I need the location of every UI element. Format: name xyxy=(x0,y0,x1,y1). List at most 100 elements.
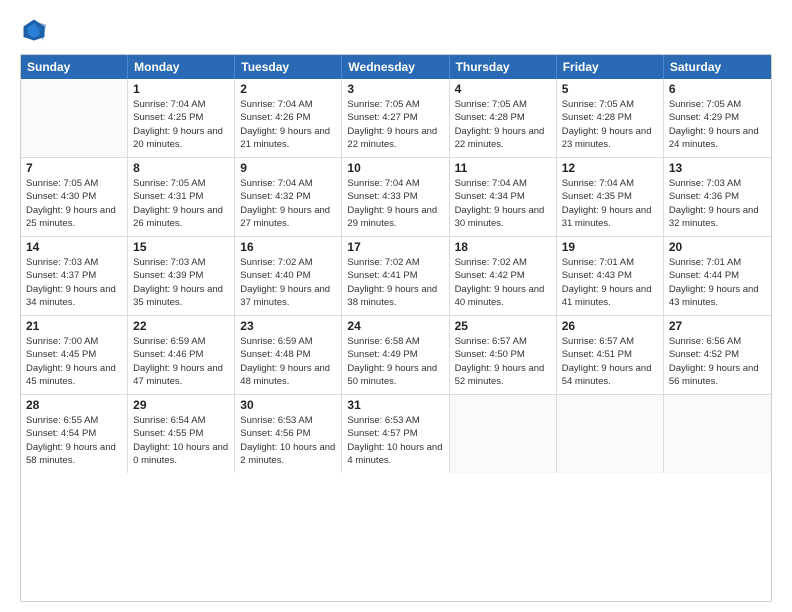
day-info: Sunrise: 7:02 AMSunset: 4:40 PMDaylight:… xyxy=(240,256,336,309)
day-header-sunday: Sunday xyxy=(21,55,128,79)
calendar-cell xyxy=(557,395,664,473)
day-info: Sunrise: 7:01 AMSunset: 4:44 PMDaylight:… xyxy=(669,256,766,309)
day-number: 9 xyxy=(240,161,336,175)
day-number: 18 xyxy=(455,240,551,254)
calendar-cell: 12 Sunrise: 7:04 AMSunset: 4:35 PMDayligh… xyxy=(557,158,664,236)
day-header-monday: Monday xyxy=(128,55,235,79)
calendar-cell: 26 Sunrise: 6:57 AMSunset: 4:51 PMDayligh… xyxy=(557,316,664,394)
day-number: 20 xyxy=(669,240,766,254)
day-info: Sunrise: 7:04 AMSunset: 4:25 PMDaylight:… xyxy=(133,98,229,151)
calendar-cell: 24 Sunrise: 6:58 AMSunset: 4:49 PMDayligh… xyxy=(342,316,449,394)
day-number: 30 xyxy=(240,398,336,412)
day-number: 13 xyxy=(669,161,766,175)
calendar-row-1: 1Sunrise: 7:04 AMSunset: 4:25 PMDaylight… xyxy=(21,79,771,158)
calendar-cell: 8 Sunrise: 7:05 AMSunset: 4:31 PMDaylight… xyxy=(128,158,235,236)
calendar-cell: 25Sunrise: 6:57 AMSunset: 4:50 PMDayligh… xyxy=(450,316,557,394)
calendar-row-5: 28 Sunrise: 6:55 AMSunset: 4:54 PMDayligh… xyxy=(21,395,771,473)
calendar-cell: 29 Sunrise: 6:54 AMSunset: 4:55 PMDayligh… xyxy=(128,395,235,473)
day-number: 23 xyxy=(240,319,336,333)
day-number: 3 xyxy=(347,82,443,96)
calendar-cell: 6 Sunrise: 7:05 AMSunset: 4:29 PMDaylight… xyxy=(664,79,771,157)
calendar-cell: 22 Sunrise: 6:59 AMSunset: 4:46 PMDayligh… xyxy=(128,316,235,394)
calendar-cell: 16 Sunrise: 7:02 AMSunset: 4:40 PMDayligh… xyxy=(235,237,342,315)
calendar-body: 1Sunrise: 7:04 AMSunset: 4:25 PMDaylight… xyxy=(21,79,771,473)
day-info: Sunrise: 7:02 AMSunset: 4:41 PMDaylight:… xyxy=(347,256,443,309)
day-number: 19 xyxy=(562,240,658,254)
calendar-cell: 15Sunrise: 7:03 AMSunset: 4:39 PMDayligh… xyxy=(128,237,235,315)
calendar-cell xyxy=(664,395,771,473)
day-header-tuesday: Tuesday xyxy=(235,55,342,79)
day-number: 6 xyxy=(669,82,766,96)
day-number: 29 xyxy=(133,398,229,412)
calendar-cell: 19 Sunrise: 7:01 AMSunset: 4:43 PMDayligh… xyxy=(557,237,664,315)
calendar-cell: 2 Sunrise: 7:04 AMSunset: 4:26 PMDaylight… xyxy=(235,79,342,157)
day-info: Sunrise: 6:55 AMSunset: 4:54 PMDaylight:… xyxy=(26,414,122,467)
day-info: Sunrise: 6:59 AMSunset: 4:46 PMDaylight:… xyxy=(133,335,229,388)
day-info: Sunrise: 6:54 AMSunset: 4:55 PMDaylight:… xyxy=(133,414,229,467)
day-info: Sunrise: 7:04 AMSunset: 4:33 PMDaylight:… xyxy=(347,177,443,230)
day-info: Sunrise: 7:04 AMSunset: 4:35 PMDaylight:… xyxy=(562,177,658,230)
logo xyxy=(20,16,52,44)
day-info: Sunrise: 7:04 AMSunset: 4:26 PMDaylight:… xyxy=(240,98,336,151)
day-number: 31 xyxy=(347,398,443,412)
calendar-cell: 3 Sunrise: 7:05 AMSunset: 4:27 PMDaylight… xyxy=(342,79,449,157)
calendar-cell: 17 Sunrise: 7:02 AMSunset: 4:41 PMDayligh… xyxy=(342,237,449,315)
day-number: 24 xyxy=(347,319,443,333)
day-info: Sunrise: 6:53 AMSunset: 4:56 PMDaylight:… xyxy=(240,414,336,467)
day-number: 28 xyxy=(26,398,122,412)
day-number: 14 xyxy=(26,240,122,254)
day-info: Sunrise: 7:05 AMSunset: 4:27 PMDaylight:… xyxy=(347,98,443,151)
day-number: 16 xyxy=(240,240,336,254)
day-header-friday: Friday xyxy=(557,55,664,79)
calendar-cell: 10 Sunrise: 7:04 AMSunset: 4:33 PMDayligh… xyxy=(342,158,449,236)
day-number: 17 xyxy=(347,240,443,254)
day-info: Sunrise: 6:57 AMSunset: 4:51 PMDaylight:… xyxy=(562,335,658,388)
calendar-cell: 27 Sunrise: 6:56 AMSunset: 4:52 PMDayligh… xyxy=(664,316,771,394)
day-info: Sunrise: 7:01 AMSunset: 4:43 PMDaylight:… xyxy=(562,256,658,309)
day-number: 21 xyxy=(26,319,122,333)
day-info: Sunrise: 7:02 AMSunset: 4:42 PMDaylight:… xyxy=(455,256,551,309)
day-info: Sunrise: 7:04 AMSunset: 4:32 PMDaylight:… xyxy=(240,177,336,230)
day-number: 5 xyxy=(562,82,658,96)
calendar-cell: 5 Sunrise: 7:05 AMSunset: 4:28 PMDaylight… xyxy=(557,79,664,157)
calendar-cell: 21Sunrise: 7:00 AMSunset: 4:45 PMDayligh… xyxy=(21,316,128,394)
day-info: Sunrise: 6:53 AMSunset: 4:57 PMDaylight:… xyxy=(347,414,443,467)
day-number: 25 xyxy=(455,319,551,333)
day-number: 8 xyxy=(133,161,229,175)
calendar: SundayMondayTuesdayWednesdayThursdayFrid… xyxy=(20,54,772,602)
day-number: 4 xyxy=(455,82,551,96)
calendar-cell: 28 Sunrise: 6:55 AMSunset: 4:54 PMDayligh… xyxy=(21,395,128,473)
calendar-cell: 20 Sunrise: 7:01 AMSunset: 4:44 PMDayligh… xyxy=(664,237,771,315)
calendar-cell: 30 Sunrise: 6:53 AMSunset: 4:56 PMDayligh… xyxy=(235,395,342,473)
day-number: 10 xyxy=(347,161,443,175)
day-info: Sunrise: 6:56 AMSunset: 4:52 PMDaylight:… xyxy=(669,335,766,388)
day-number: 22 xyxy=(133,319,229,333)
calendar-cell: 23 Sunrise: 6:59 AMSunset: 4:48 PMDayligh… xyxy=(235,316,342,394)
calendar-row-2: 7Sunrise: 7:05 AMSunset: 4:30 PMDaylight… xyxy=(21,158,771,237)
day-number: 12 xyxy=(562,161,658,175)
day-info: Sunrise: 6:59 AMSunset: 4:48 PMDaylight:… xyxy=(240,335,336,388)
day-number: 2 xyxy=(240,82,336,96)
calendar-cell: 11 Sunrise: 7:04 AMSunset: 4:34 PMDayligh… xyxy=(450,158,557,236)
day-number: 26 xyxy=(562,319,658,333)
day-info: Sunrise: 7:03 AMSunset: 4:36 PMDaylight:… xyxy=(669,177,766,230)
calendar-cell: 4 Sunrise: 7:05 AMSunset: 4:28 PMDaylight… xyxy=(450,79,557,157)
day-info: Sunrise: 7:04 AMSunset: 4:34 PMDaylight:… xyxy=(455,177,551,230)
calendar-cell: 7Sunrise: 7:05 AMSunset: 4:30 PMDaylight… xyxy=(21,158,128,236)
day-number: 27 xyxy=(669,319,766,333)
day-number: 11 xyxy=(455,161,551,175)
calendar-cell: 14Sunrise: 7:03 AMSunset: 4:37 PMDayligh… xyxy=(21,237,128,315)
logo-icon xyxy=(20,16,48,44)
day-info: Sunrise: 7:05 AMSunset: 4:28 PMDaylight:… xyxy=(455,98,551,151)
calendar-cell xyxy=(21,79,128,157)
day-header-saturday: Saturday xyxy=(664,55,771,79)
day-info: Sunrise: 7:05 AMSunset: 4:31 PMDaylight:… xyxy=(133,177,229,230)
header xyxy=(20,16,772,44)
day-info: Sunrise: 7:05 AMSunset: 4:29 PMDaylight:… xyxy=(669,98,766,151)
page: SundayMondayTuesdayWednesdayThursdayFrid… xyxy=(0,0,792,612)
day-info: Sunrise: 7:03 AMSunset: 4:39 PMDaylight:… xyxy=(133,256,229,309)
day-number: 7 xyxy=(26,161,122,175)
day-info: Sunrise: 6:58 AMSunset: 4:49 PMDaylight:… xyxy=(347,335,443,388)
day-info: Sunrise: 7:05 AMSunset: 4:28 PMDaylight:… xyxy=(562,98,658,151)
calendar-cell: 18 Sunrise: 7:02 AMSunset: 4:42 PMDayligh… xyxy=(450,237,557,315)
